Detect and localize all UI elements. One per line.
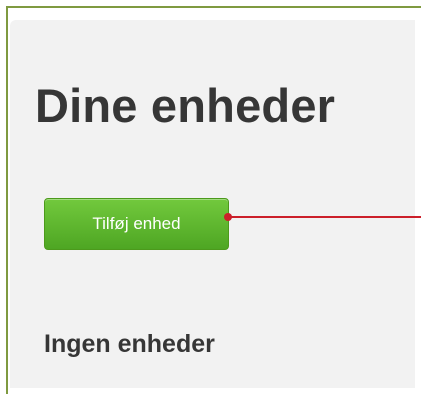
add-device-button[interactable]: Tilføj enhed — [44, 198, 229, 250]
no-devices-label: Ingen enheder — [44, 330, 215, 358]
page-title: Dine enheder — [35, 79, 336, 132]
